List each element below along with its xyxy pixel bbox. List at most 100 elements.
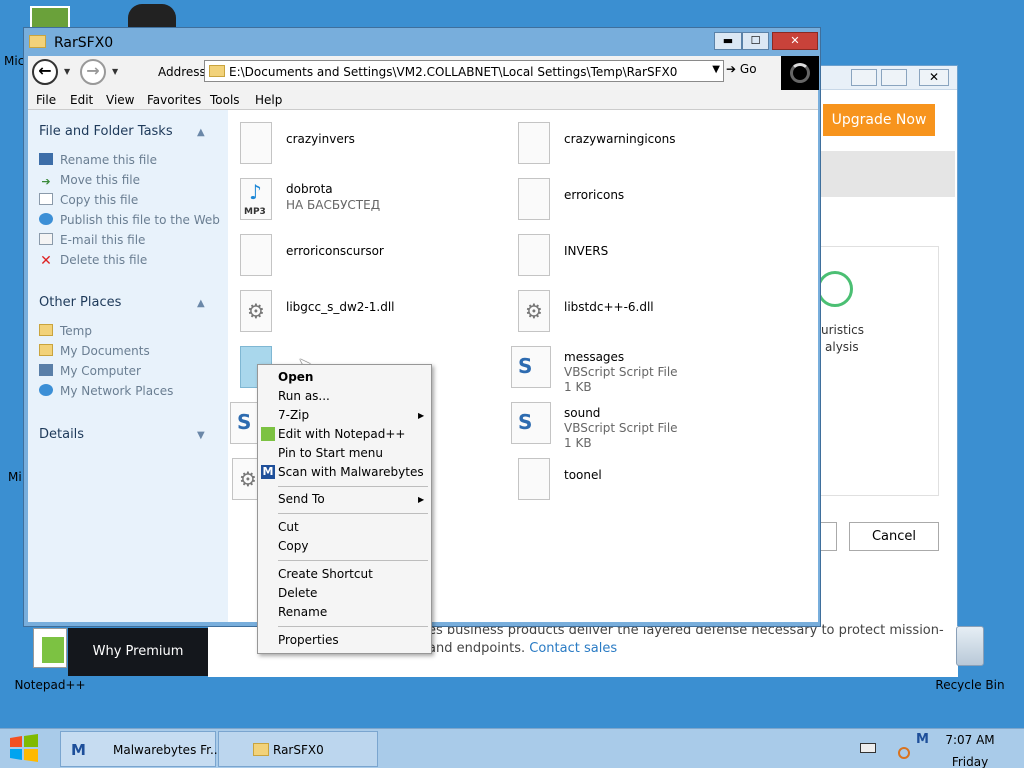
address-dropdown-icon[interactable]: ▼ bbox=[712, 64, 720, 75]
ctx-separator bbox=[278, 486, 428, 487]
ctx-delete[interactable]: Delete bbox=[278, 586, 317, 600]
gear-icon: ⚙ bbox=[247, 299, 265, 323]
malwarebytes-m-icon: M bbox=[71, 741, 86, 759]
ctx-edit-notepadpp[interactable]: Edit with Notepad++ bbox=[278, 427, 405, 441]
ctx-properties[interactable]: Properties bbox=[278, 633, 339, 647]
heuristics-icon bbox=[817, 271, 853, 307]
ctx-separator bbox=[278, 560, 428, 561]
ctx-run-as[interactable]: Run as... bbox=[278, 389, 330, 403]
malwarebytes-body-text: es business products deliver the layered… bbox=[428, 622, 944, 658]
place-my-documents[interactable]: My Documents bbox=[39, 344, 150, 358]
collapse-chevron-icon[interactable]: ▲ bbox=[197, 127, 205, 138]
ctx-cut[interactable]: Cut bbox=[278, 520, 299, 534]
taskbar-rarsfx0[interactable]: RarSFX0 bbox=[218, 731, 378, 767]
blank-file-icon bbox=[518, 178, 550, 220]
malwarebytes-tray-icon[interactable]: M bbox=[916, 732, 929, 747]
script-icon: S bbox=[237, 410, 252, 434]
move-icon: ➔ bbox=[41, 175, 51, 188]
ctx-send-to[interactable]: Send To bbox=[278, 492, 325, 506]
file-name: libgcc_s_dw2-1.dll bbox=[286, 300, 395, 314]
explorer-titlebar[interactable]: RarSFX0 ▬ ☐ ✕ bbox=[24, 28, 820, 55]
go-arrow-icon: ➔ bbox=[726, 62, 737, 76]
file-name: crazywarningicons bbox=[564, 132, 676, 146]
taskbar: M Malwarebytes Fr... RarSFX0 M 7:07 AM F… bbox=[0, 728, 1024, 768]
start-button[interactable] bbox=[8, 734, 46, 764]
gear-icon: ⚙ bbox=[239, 467, 257, 491]
body-line-2-text: and endpoints. bbox=[428, 641, 526, 656]
cancel-button[interactable]: Cancel bbox=[849, 522, 939, 551]
ctx-7zip[interactable]: 7-Zip bbox=[278, 408, 309, 422]
keyboard-tray-icon[interactable] bbox=[860, 743, 876, 753]
mb-button-stub[interactable] bbox=[821, 522, 837, 551]
desktop-icon-notepadpp[interactable]: Notepad++ bbox=[14, 628, 86, 692]
maximize-button[interactable]: ☐ bbox=[742, 32, 769, 50]
menu-file[interactable]: File bbox=[36, 93, 56, 107]
mb-close-button[interactable]: ✕ bbox=[919, 69, 949, 86]
mp3-badge: MP3 bbox=[244, 207, 266, 217]
task-copy[interactable]: Copy this file bbox=[39, 193, 138, 207]
task-email[interactable]: E-mail this file bbox=[39, 233, 145, 247]
taskbar-label: RarSFX0 bbox=[273, 743, 324, 757]
address-input[interactable]: E:\Documents and Settings\VM2.COLLABNET\… bbox=[204, 60, 724, 82]
minimize-button[interactable]: ▬ bbox=[714, 32, 742, 50]
collapse-chevron-icon[interactable]: ▲ bbox=[197, 298, 205, 309]
upgrade-now-button[interactable]: Upgrade Now bbox=[823, 104, 935, 136]
taskbar-malwarebytes[interactable]: M Malwarebytes Fr... bbox=[60, 731, 221, 767]
ctx-rename[interactable]: Rename bbox=[278, 605, 327, 619]
why-premium-button[interactable]: Why Premium bbox=[68, 628, 208, 676]
other-places-heading[interactable]: Other Places bbox=[39, 295, 121, 310]
ctx-open[interactable]: Open bbox=[278, 370, 313, 384]
navigation-bar: ← ▼ → ▼ Address E:\Documents and Setting… bbox=[28, 56, 819, 90]
mb-minimize-button[interactable] bbox=[851, 69, 877, 86]
task-delete[interactable]: ✕ Delete this file bbox=[39, 253, 147, 269]
malwarebytes-icon: M bbox=[261, 465, 275, 479]
ctx-create-shortcut[interactable]: Create Shortcut bbox=[278, 567, 373, 581]
expand-chevron-icon[interactable]: ▼ bbox=[197, 430, 205, 441]
file-name: INVERS bbox=[564, 244, 609, 258]
clock-day: Friday bbox=[951, 755, 989, 768]
search-tray-icon[interactable] bbox=[898, 747, 910, 759]
ctx-pin-start[interactable]: Pin to Start menu bbox=[278, 446, 383, 460]
back-dropdown-icon[interactable]: ▼ bbox=[64, 67, 70, 76]
recycle-bin-label: Recycle Bin bbox=[935, 678, 1005, 692]
menu-favorites[interactable]: Favorites bbox=[147, 93, 201, 107]
ctx-copy[interactable]: Copy bbox=[278, 539, 308, 553]
address-value: E:\Documents and Settings\VM2.COLLABNET\… bbox=[229, 65, 678, 79]
ctx-separator bbox=[278, 513, 428, 514]
forward-button[interactable]: → bbox=[80, 59, 106, 85]
file-folder-tasks-heading[interactable]: File and Folder Tasks bbox=[39, 124, 173, 139]
task-publish[interactable]: Publish this file to the Web bbox=[39, 213, 220, 227]
go-button[interactable]: ➔ Go bbox=[726, 62, 757, 76]
task-move[interactable]: ➔ Move this file bbox=[39, 173, 140, 188]
script-icon: S bbox=[518, 410, 533, 434]
clock[interactable]: 7:07 AM Friday bbox=[930, 731, 1010, 768]
notepadpp-icon bbox=[33, 628, 67, 668]
desktop-icon-recycle-bin[interactable]: Recycle Bin bbox=[930, 626, 1010, 692]
email-icon bbox=[39, 233, 53, 245]
file-size: 1 KB bbox=[564, 380, 592, 394]
ctx-separator bbox=[278, 626, 428, 627]
task-label: Copy this file bbox=[60, 193, 139, 207]
task-label: Rename this file bbox=[60, 153, 158, 167]
back-button[interactable]: ← bbox=[32, 59, 58, 85]
menu-help[interactable]: Help bbox=[255, 93, 282, 107]
blank-file-icon bbox=[240, 234, 272, 276]
mb-gray-band bbox=[821, 151, 955, 197]
task-rename[interactable]: Rename this file bbox=[39, 153, 157, 167]
menu-view[interactable]: View bbox=[106, 93, 134, 107]
place-temp[interactable]: Temp bbox=[39, 324, 92, 338]
mb-maximize-button[interactable] bbox=[881, 69, 907, 86]
folder-icon bbox=[29, 35, 46, 48]
place-my-computer[interactable]: My Computer bbox=[39, 364, 141, 378]
file-name: sound bbox=[564, 406, 601, 420]
contact-sales-link[interactable]: Contact sales bbox=[529, 641, 617, 656]
details-heading[interactable]: Details bbox=[39, 427, 84, 442]
menu-edit[interactable]: Edit bbox=[70, 93, 93, 107]
ctx-scan-malwarebytes[interactable]: Scan with Malwarebytes bbox=[278, 465, 424, 479]
close-button[interactable]: ✕ bbox=[772, 32, 818, 50]
windows-logo-icon bbox=[10, 734, 38, 762]
place-my-network[interactable]: My Network Places bbox=[39, 384, 173, 398]
menu-tools[interactable]: Tools bbox=[210, 93, 240, 107]
delete-x-icon: ✕ bbox=[40, 253, 52, 269]
forward-dropdown-icon[interactable]: ▼ bbox=[112, 67, 118, 76]
